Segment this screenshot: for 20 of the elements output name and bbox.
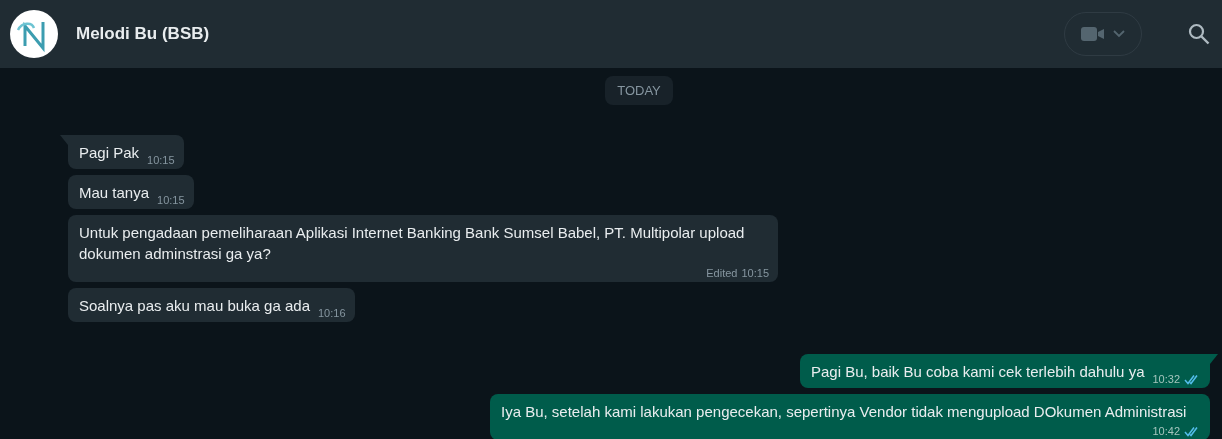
message-text: Untuk pengadaan pemeliharaan Aplikasi Internet Banking Bank Sumsel Babel, PT. Multipolar upload dokumen adminstrasi ga ya? xyxy=(79,223,746,264)
message-text: Pagi Pak xyxy=(79,143,140,163)
contact-name: Melodi Bu (BSB) xyxy=(76,24,211,44)
date-divider: TODAY xyxy=(605,76,673,105)
message-time: 10:16 xyxy=(318,307,346,319)
message-text: Soalnya pas aku mau buka ga ada xyxy=(79,296,310,316)
video-camera-icon xyxy=(1081,26,1105,42)
message-time: 10:32 xyxy=(1152,373,1180,385)
message-text: Iya Bu, setelah kami lakukan pengecekan, sepertinya Vendor tidak mengupload DOkumen Administrasi xyxy=(501,402,1187,422)
search-icon xyxy=(1188,23,1210,45)
message-time: 10:15 xyxy=(157,194,185,206)
message-time: 10:42 xyxy=(1152,425,1180,437)
message-text: Mau tanya xyxy=(79,183,150,203)
chevron-down-icon xyxy=(1113,30,1125,38)
avatar[interactable] xyxy=(10,10,58,58)
edited-label: Edited xyxy=(706,267,738,279)
message-text: Pagi Bu, baik Bu coba kami cek terlebih dahulu ya xyxy=(810,362,1145,382)
message-time: 10:15 xyxy=(741,267,769,279)
search-button[interactable] xyxy=(1188,23,1210,45)
message-time: 10:15 xyxy=(147,154,175,166)
